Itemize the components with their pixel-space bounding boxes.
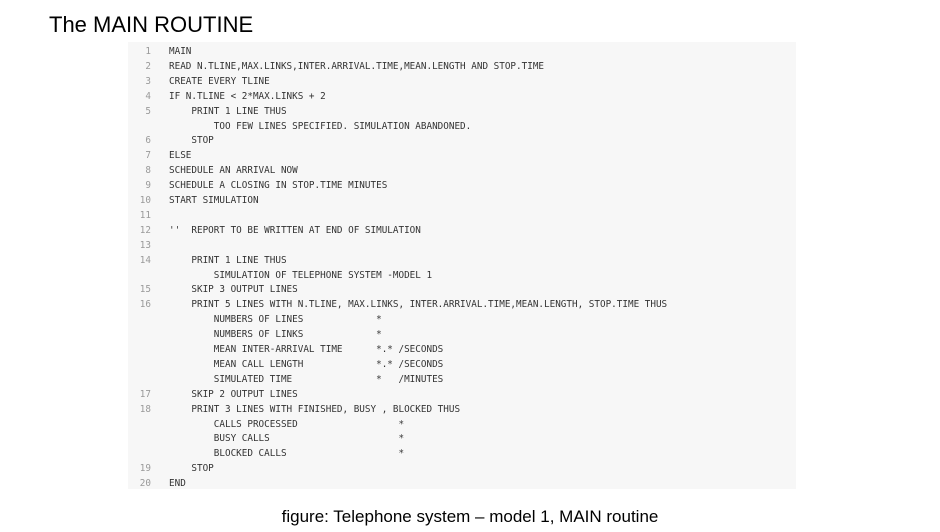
line-number: 4: [145, 90, 151, 102]
line-number: 1: [145, 46, 151, 57]
code-text: TOO FEW LINES SPECIFIED. SIMULATION ABAN…: [169, 120, 472, 132]
page-title: The MAIN ROUTINE: [49, 12, 254, 37]
code-text: PRINT 1 LINE THUS: [169, 254, 287, 266]
code-text: MEAN CALL LENGTH *.* /SECONDS: [169, 358, 444, 370]
line-number: 8: [145, 165, 151, 177]
line-number: 10: [139, 195, 151, 206]
line-number: 17: [139, 388, 151, 400]
code-text: END: [169, 478, 186, 489]
code-text: MEAN INTER-ARRIVAL TIME *.* /SECONDS: [169, 344, 444, 355]
code-text: STOP: [169, 135, 214, 147]
figure-caption: figure: Telephone system – model 1, MAIN…: [281, 507, 659, 526]
line-number: 14: [139, 254, 151, 266]
line-number: 6: [145, 135, 151, 147]
code-text: PRINT 1 LINE THUS: [169, 105, 287, 117]
code-text: CREATE EVERY TLINE: [169, 75, 270, 87]
code-text: NUMBERS OF LINES *: [169, 314, 382, 326]
code-text: ELSE: [169, 150, 192, 162]
line-number: 7: [145, 150, 151, 162]
line-number: 19: [139, 463, 151, 475]
code-text: MAIN: [169, 46, 192, 57]
code-text: NUMBERS OF LINKS *: [169, 329, 382, 341]
code-text: PRINT 5 LINES WITH N.TLINE, MAX.LINKS, I…: [169, 299, 668, 311]
line-number: 13: [139, 239, 151, 251]
line-number: 3: [145, 75, 151, 87]
code-text: IF N.TLINE < 2*MAX.LINKS + 2: [169, 90, 326, 102]
code-text: STOP: [169, 463, 214, 475]
code-text: '' REPORT TO BE WRITTEN AT END OF SIMULA…: [169, 224, 421, 236]
code-text: SCHEDULE A CLOSING IN STOP.TIME MINUTES: [169, 180, 388, 192]
line-number: 9: [145, 180, 151, 192]
line-number: 2: [145, 60, 151, 72]
line-number: 11: [139, 209, 151, 221]
code-text: BLOCKED CALLS *: [169, 448, 405, 460]
code-text: CALLS PROCESSED *: [169, 418, 405, 430]
code-text: SIMULATION OF TELEPHONE SYSTEM -MODEL 1: [169, 269, 433, 281]
code-text: BUSY CALLS *: [169, 433, 405, 445]
line-number: 16: [139, 299, 151, 311]
code-text: START SIMULATION: [169, 195, 259, 206]
line-number: 18: [139, 403, 151, 415]
line-number: 15: [139, 284, 151, 296]
code-text: SKIP 3 OUTPUT LINES: [169, 284, 298, 296]
line-number: 20: [139, 478, 151, 489]
line-number: 5: [145, 105, 151, 117]
code-listing: 1 MAIN 2 READ N.TLINE,MAX.LINKS,INTER.ARRIV…: [128, 42, 796, 489]
line-number: 12: [139, 224, 151, 236]
code-text: SCHEDULE AN ARRIVAL NOW: [169, 165, 298, 177]
code-text: READ N.TLINE,MAX.LINKS,INTER.ARRIVAL.TIM…: [169, 60, 545, 72]
code-text: SKIP 2 OUTPUT LINES: [169, 388, 298, 400]
code-text: PRINT 3 LINES WITH FINISHED, BUSY , BLOC…: [169, 403, 461, 415]
code-text: SIMULATED TIME * /MINUTES: [169, 373, 444, 385]
